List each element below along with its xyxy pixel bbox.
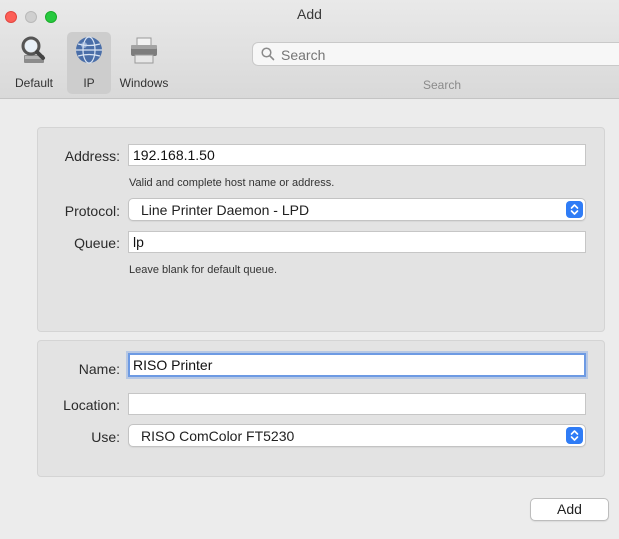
name-label: Name:: [78, 361, 120, 377]
toolbar-item-windows[interactable]: Windows: [114, 32, 174, 94]
windows-printer-icon: [131, 37, 157, 64]
chevron-updown-icon: [566, 201, 583, 218]
address-hint: Valid and complete host name or address.: [129, 177, 335, 189]
toolbar-item-ip[interactable]: IP: [67, 32, 111, 94]
window-toolbar: Add Default IP Windows Search Search: [0, 0, 619, 99]
globe-network-icon: [76, 36, 102, 64]
toolbar-item-label: Windows: [119, 76, 169, 90]
search-field[interactable]: [252, 42, 619, 66]
default-printer-icon: [21, 36, 45, 63]
location-field[interactable]: [128, 393, 586, 415]
toolbar-item-default[interactable]: Default: [3, 32, 65, 94]
window-title: Add: [297, 6, 322, 22]
queue-label: Queue:: [74, 235, 120, 251]
queue-hint: Leave blank for default queue.: [129, 264, 278, 276]
protocol-value: Line Printer Daemon - LPD: [141, 202, 310, 218]
search-caption: Search: [422, 78, 462, 92]
search-input[interactable]: [279, 45, 613, 65]
chevron-updown-icon: [566, 427, 583, 444]
protocol-label: Protocol:: [64, 203, 120, 219]
use-value: RISO ComColor FT5230: [141, 428, 295, 444]
location-label: Location:: [63, 397, 120, 413]
address-field[interactable]: [128, 144, 586, 166]
search-icon: [261, 47, 275, 61]
queue-field[interactable]: [128, 231, 586, 253]
use-popup[interactable]: RISO ComColor FT5230: [128, 424, 586, 447]
protocol-popup[interactable]: Line Printer Daemon - LPD: [128, 198, 586, 221]
address-label: Address:: [64, 148, 120, 164]
toolbar-item-label: Default: [14, 76, 54, 90]
name-field[interactable]: [128, 353, 586, 377]
add-button[interactable]: Add: [530, 498, 609, 521]
use-label: Use:: [91, 429, 120, 445]
toolbar-item-label: IP: [83, 76, 95, 90]
